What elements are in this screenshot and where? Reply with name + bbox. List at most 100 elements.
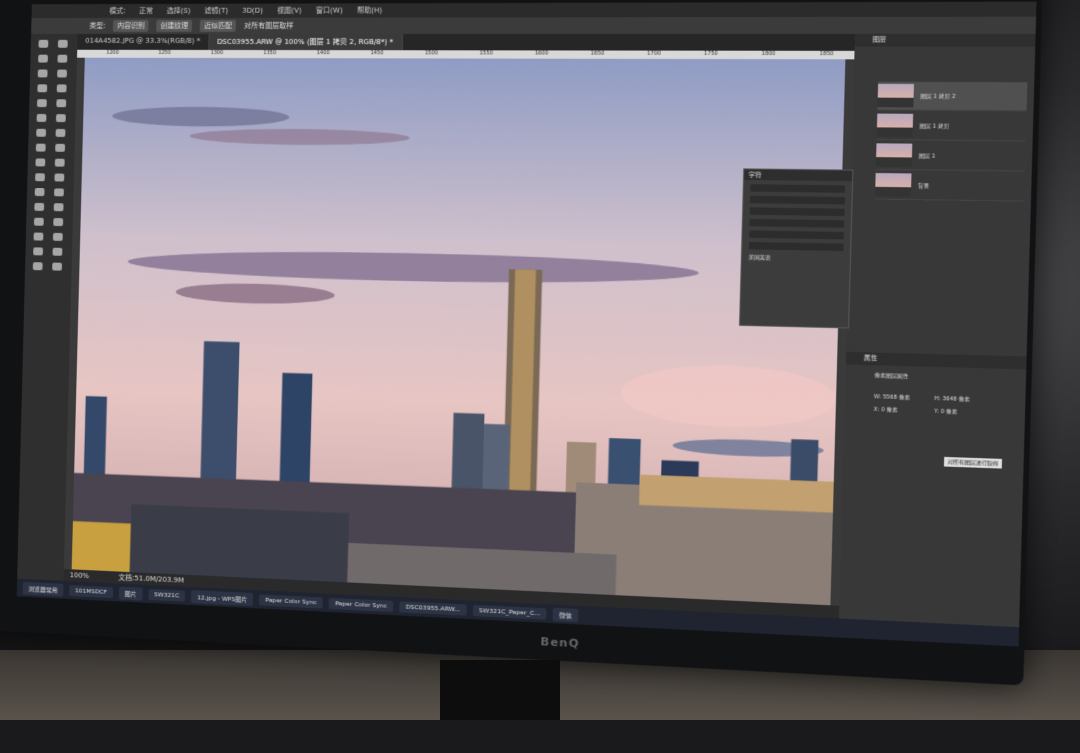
style-buttons[interactable]: [749, 242, 844, 251]
taskbar-item[interactable]: SW321C: [148, 588, 185, 601]
ruler-tick: 1500: [425, 50, 438, 58]
tool-icon[interactable]: [37, 99, 47, 107]
ruler-tick: 1750: [704, 51, 718, 59]
ruler-tick: 1200: [106, 50, 119, 58]
menu-item-3[interactable]: 滤镜(T): [204, 6, 228, 16]
menu-item-7[interactable]: 帮助(H): [357, 5, 383, 15]
menu-item-5[interactable]: 视图(V): [277, 6, 302, 16]
menu-item-0[interactable]: 模式:: [109, 6, 125, 16]
tool-icon[interactable]: [57, 55, 67, 63]
tool-icon[interactable]: [55, 144, 65, 152]
menu-item-2[interactable]: 选择(S): [167, 6, 191, 16]
scale-field[interactable]: [749, 219, 844, 228]
x-field[interactable]: X: 0 像素: [874, 406, 898, 414]
layer-name: 图层 1 拷贝 2: [920, 92, 955, 100]
city-skyline-photo: [72, 58, 846, 606]
properties-panel-title[interactable]: 属性: [846, 352, 1027, 370]
content-aware-button[interactable]: 内容识别: [113, 20, 149, 32]
height-field[interactable]: H: 3648 像素: [934, 395, 970, 404]
menu-item-4[interactable]: 3D(D): [242, 7, 263, 15]
ruler-tick: 1450: [370, 50, 383, 58]
toolbar: [17, 34, 77, 581]
tool-icon[interactable]: [57, 70, 67, 78]
tool-icon[interactable]: [35, 188, 45, 196]
language-select[interactable]: 美国英语: [748, 254, 843, 263]
layer-thumbnail: [876, 143, 912, 167]
ruler-tick: 1300: [210, 50, 223, 58]
tool-icon[interactable]: [53, 218, 63, 226]
tool-icon[interactable]: [36, 129, 46, 137]
tool-icon[interactable]: [35, 173, 45, 181]
ruler-tick: 1400: [317, 50, 330, 58]
layer-item[interactable]: 背景: [875, 171, 1025, 202]
tool-icon[interactable]: [33, 247, 43, 255]
tab-document-2[interactable]: DSC03955.ARW @ 100% (图层 1 拷贝 2, RGB/8*) …: [209, 34, 403, 50]
menu-bar: 模式: 正常 选择(S) 滤镜(T) 3D(D) 视图(V) 窗口(W) 帮助(H): [32, 2, 1037, 18]
tool-icon[interactable]: [35, 158, 45, 166]
font-family-select[interactable]: [750, 184, 845, 193]
tool-icon[interactable]: [53, 248, 63, 256]
tool-icon[interactable]: [53, 233, 63, 241]
tool-icon[interactable]: [55, 159, 65, 167]
tool-icon[interactable]: [58, 40, 68, 48]
tool-icon[interactable]: [56, 129, 66, 137]
taskbar-item[interactable]: SW321C_Paper_C...: [473, 604, 547, 619]
tool-icon[interactable]: [34, 203, 44, 211]
tool-icon[interactable]: [34, 218, 44, 226]
taskbar-item[interactable]: 101MSDCF: [69, 585, 113, 598]
menu-item-6[interactable]: 窗口(W): [316, 5, 343, 15]
taskbar-item[interactable]: Paper Color Sync: [329, 597, 394, 611]
taskbar-item[interactable]: Paper Color Sync: [259, 594, 323, 608]
color-field[interactable]: [749, 230, 844, 239]
layer-name: 背景: [918, 182, 929, 190]
tool-icon[interactable]: [34, 233, 44, 241]
menu-item-1[interactable]: 正常: [139, 6, 153, 16]
type-label: 类型:: [89, 21, 105, 31]
zoom-level[interactable]: 100%: [69, 571, 89, 580]
create-texture-button[interactable]: 创建纹理: [156, 20, 192, 32]
tool-icon[interactable]: [36, 144, 46, 152]
tool-icon[interactable]: [37, 84, 47, 92]
tool-icon[interactable]: [38, 40, 48, 48]
ruler-tick: 1550: [479, 50, 493, 58]
proximity-match-button[interactable]: 近似匹配: [200, 20, 236, 32]
taskbar-item[interactable]: 12.jpg - WPS图片: [191, 590, 253, 606]
character-panel-title[interactable]: 字符: [744, 169, 852, 181]
layers-panel-title[interactable]: 图层: [855, 34, 1036, 47]
width-field[interactable]: W: 5568 像素: [874, 393, 910, 402]
tool-icon[interactable]: [52, 263, 62, 271]
character-panel: 字符 美国英语: [739, 168, 853, 328]
tool-icon[interactable]: [54, 188, 64, 196]
ruler-tick: 1700: [647, 51, 661, 59]
image-canvas[interactable]: [72, 58, 846, 606]
ruler-tick: 1600: [535, 50, 549, 58]
layer-name: 图层 1 拷贝: [919, 122, 949, 130]
layer-item[interactable]: 图层 1 拷贝 2: [877, 82, 1027, 112]
taskbar-item[interactable]: 图片: [119, 586, 143, 600]
layer-thumbnail: [877, 84, 913, 108]
tool-icon[interactable]: [33, 262, 43, 270]
taskbar-item[interactable]: DSC03955.ARW...: [399, 601, 466, 616]
tracking-field[interactable]: [750, 207, 845, 216]
ruler-tick: 1800: [761, 51, 775, 59]
layer-item[interactable]: 图层 1 拷贝: [877, 111, 1027, 141]
tool-icon[interactable]: [38, 69, 48, 77]
tool-icon[interactable]: [54, 173, 64, 181]
taskbar-item[interactable]: 浏览器常用: [23, 581, 64, 596]
tab-document-1[interactable]: 014A4582.JPG @ 33.3%(RGB/8) *: [77, 34, 209, 50]
layer-thumbnail: [875, 173, 911, 197]
font-size-field[interactable]: [750, 196, 845, 205]
layer-item[interactable]: 图层 1: [876, 141, 1026, 171]
tool-icon[interactable]: [57, 84, 67, 92]
sample-all-checkbox[interactable]: 对所有图层取样: [244, 21, 294, 31]
layer-thumbnail: [877, 114, 913, 138]
tool-icon[interactable]: [56, 114, 66, 122]
tool-icon[interactable]: [38, 55, 48, 63]
tool-icon[interactable]: [56, 99, 66, 107]
y-field[interactable]: Y: 0 像素: [934, 407, 957, 415]
taskbar-item[interactable]: 微信: [553, 607, 579, 622]
tool-icon[interactable]: [37, 114, 47, 122]
ruler-tick: 1350: [263, 50, 276, 58]
ruler-tick: 1250: [158, 50, 171, 58]
tool-icon[interactable]: [54, 203, 64, 211]
